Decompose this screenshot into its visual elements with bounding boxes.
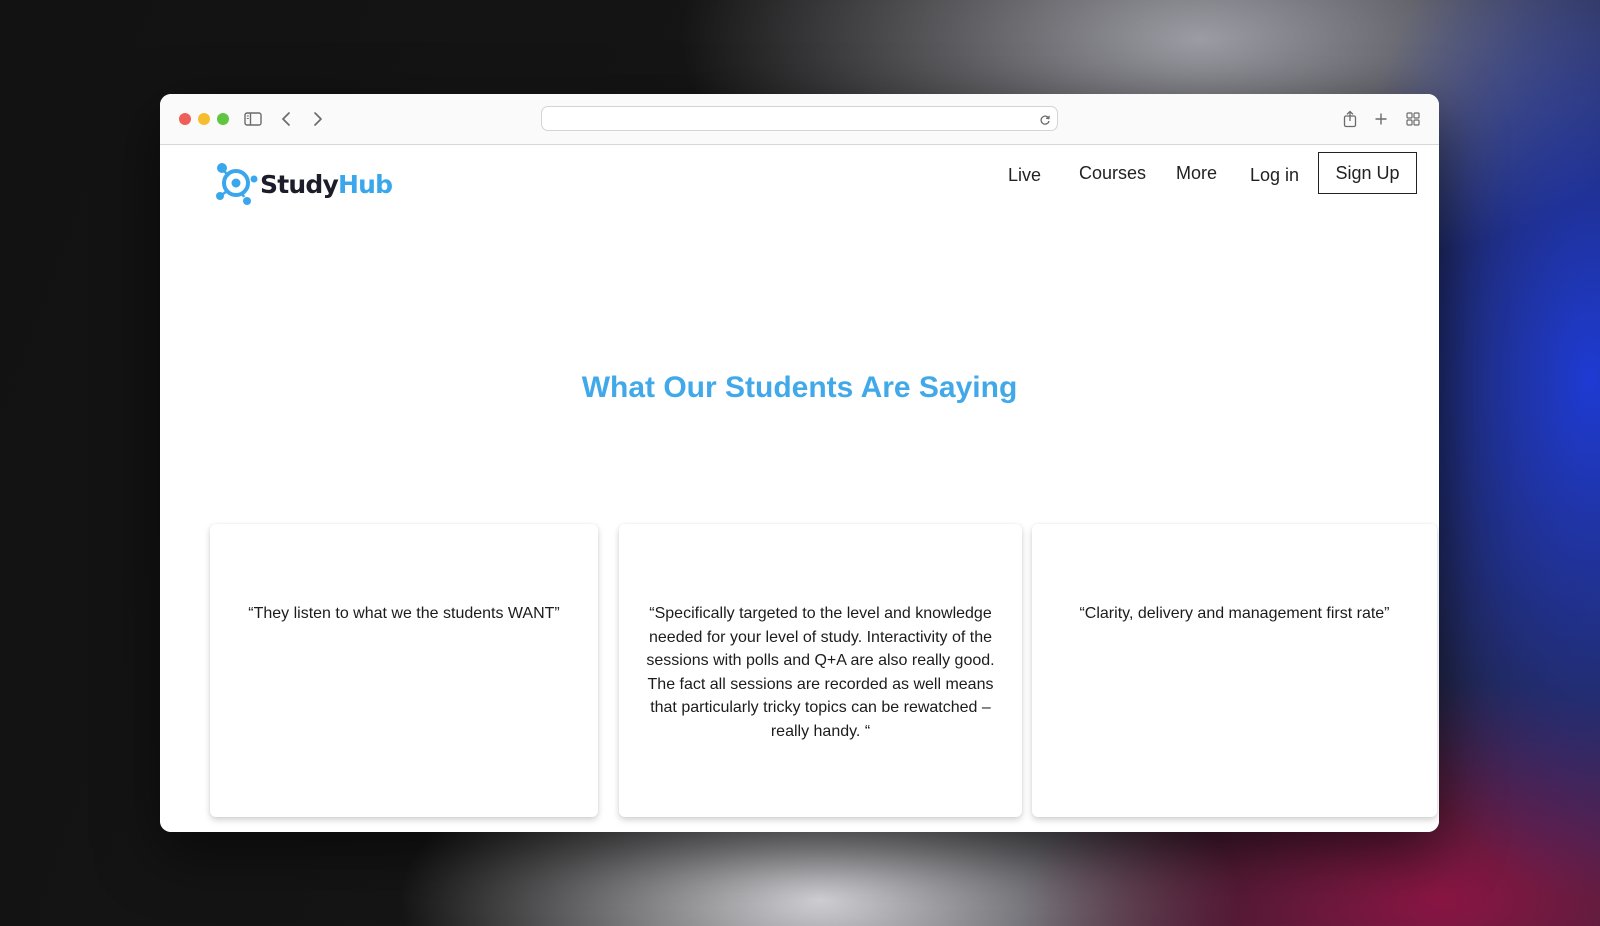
testimonial-card: “Clarity, delivery and management first … (1032, 524, 1437, 817)
share-icon[interactable] (1340, 109, 1360, 129)
testimonial-quote: “Clarity, delivery and management first … (1079, 605, 1390, 622)
tab-overview-icon[interactable] (1403, 109, 1423, 129)
signup-button[interactable]: Sign Up (1318, 152, 1417, 194)
reload-icon[interactable] (1039, 113, 1051, 125)
zoom-window-button[interactable] (217, 113, 229, 125)
back-icon[interactable] (276, 109, 296, 129)
brand-name: StudyHub (260, 169, 393, 199)
testimonial-quote: “Specifically targeted to the level and … (646, 605, 995, 740)
minimize-window-button[interactable] (198, 113, 210, 125)
browser-window: StudyHub Live Courses More Log in Sign U… (160, 94, 1439, 832)
studyhub-logo[interactable]: StudyHub (214, 159, 393, 209)
forward-icon[interactable] (308, 109, 328, 129)
nav-courses[interactable]: Courses (1079, 163, 1146, 184)
testimonial-card: “Specifically targeted to the level and … (619, 524, 1022, 817)
new-tab-icon[interactable] (1371, 109, 1391, 129)
nav-login[interactable]: Log in (1250, 165, 1299, 186)
nav-live[interactable]: Live (1008, 165, 1041, 186)
address-bar[interactable] (541, 106, 1058, 131)
testimonial-quote: “They listen to what we the students WAN… (248, 605, 560, 622)
nav-more[interactable]: More (1176, 163, 1217, 184)
sidebar-icon[interactable] (243, 109, 263, 129)
testimonial-card: “They listen to what we the students WAN… (210, 524, 598, 817)
web-page: StudyHub Live Courses More Log in Sign U… (160, 145, 1439, 832)
browser-toolbar (160, 94, 1439, 145)
connected-nodes-logo-icon (216, 163, 258, 205)
close-window-button[interactable] (179, 113, 191, 125)
testimonials-heading: What Our Students Are Saying (581, 371, 1018, 404)
